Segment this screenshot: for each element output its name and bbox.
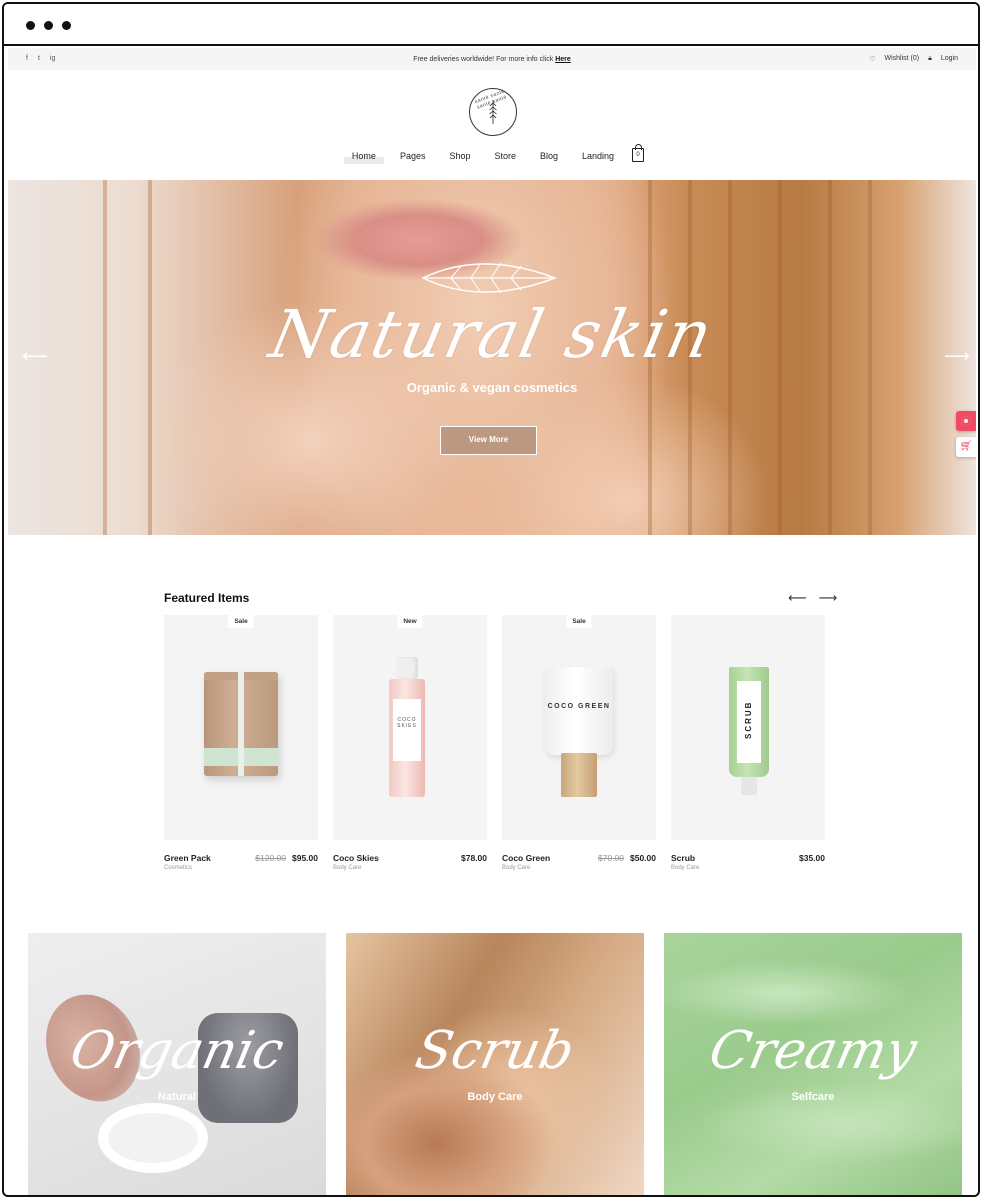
product-name[interactable]: Coco Skies xyxy=(333,853,379,863)
fern-icon xyxy=(489,100,497,124)
nav-item-pages[interactable]: Pages xyxy=(392,148,434,164)
promo-link[interactable]: Here xyxy=(555,56,571,63)
product-name[interactable]: Green Pack xyxy=(164,853,211,863)
product-price: $120.00 $95.00 xyxy=(255,853,318,863)
product-image[interactable]: SCRUB xyxy=(671,615,825,840)
old-price: $70.00 xyxy=(598,853,624,863)
product-name[interactable]: Scrub xyxy=(671,853,695,863)
tube-label: COCO GREEN xyxy=(547,703,611,710)
nav-item-home[interactable]: Home xyxy=(343,148,384,164)
featured-title: Featured Items xyxy=(164,591,250,605)
category-label: Body Care xyxy=(467,1091,523,1103)
sale-badge: Sale xyxy=(228,615,254,628)
window-dot-icon[interactable] xyxy=(44,21,53,30)
main-nav: Home Pages Shop Store Blog Landing 0 xyxy=(8,144,976,164)
arrow-right-icon[interactable]: ⟶ xyxy=(944,346,970,367)
site-logo[interactable]: santé santé santé santé xyxy=(469,88,517,136)
product-card[interactable]: Sale Green Pack Cosmetics $120.00 $95.00 xyxy=(164,615,318,871)
green-pack-image xyxy=(204,672,278,776)
bottle-label: COCO SKIES xyxy=(393,699,421,761)
top-bar: f t ig Free deliveries worldwide! For mo… xyxy=(8,48,976,70)
product-image[interactable]: New COCO SKIES xyxy=(333,615,487,840)
nav-item-landing[interactable]: Landing xyxy=(574,148,622,164)
cart-icon[interactable]: 🛒︎ xyxy=(956,437,976,457)
arrow-right-icon[interactable]: ⟶ xyxy=(819,590,838,606)
hero-slider: Natural skin Organic & vegan cosmetics V… xyxy=(8,180,976,535)
coco-skies-image: COCO SKIES xyxy=(389,657,425,797)
current-price: $50.00 xyxy=(630,853,656,863)
nav-item-blog[interactable]: Blog xyxy=(532,148,566,164)
nav-item-shop[interactable]: Shop xyxy=(441,148,478,164)
product-category: Body Care xyxy=(333,865,362,871)
current-price: $35.00 xyxy=(799,853,825,863)
leaf-outline-icon xyxy=(421,262,557,294)
product-card[interactable]: Sale COCO GREEN Coco Green Body Care $70… xyxy=(502,615,656,871)
product-price: $35.00 xyxy=(799,853,825,863)
current-price: $95.00 xyxy=(292,853,318,863)
side-widget-icon[interactable] xyxy=(956,411,976,431)
product-price: $78.00 xyxy=(461,853,487,863)
category-card-organic[interactable]: Organic Natural xyxy=(28,933,326,1195)
product-category: Cosmetics xyxy=(164,865,193,871)
view-more-button[interactable]: View More xyxy=(440,426,537,455)
category-script: Organic xyxy=(65,1021,289,1081)
category-label: Natural xyxy=(158,1091,196,1103)
coco-green-image: COCO GREEN xyxy=(545,667,613,797)
tube-label: SCRUB xyxy=(744,700,753,739)
current-price: $78.00 xyxy=(461,853,487,863)
product-price: $70.00 $50.00 xyxy=(598,853,656,863)
heart-icon: ♡ xyxy=(869,56,876,63)
featured-arrows: ⟵ ⟶ xyxy=(788,590,837,606)
category-card-scrub[interactable]: Scrub Body Care xyxy=(346,933,644,1195)
promo-banner: Free deliveries worldwide! For more info… xyxy=(8,56,976,63)
hero-subtitle: Organic & vegan cosmetics xyxy=(406,380,578,395)
sale-badge: Sale xyxy=(566,615,592,628)
login-link[interactable]: Login xyxy=(941,55,958,63)
window-dot-icon[interactable] xyxy=(62,21,71,30)
product-category: Body Care xyxy=(671,865,700,871)
wishlist-link[interactable]: Wishlist (0) xyxy=(885,55,920,63)
promo-text: Free deliveries worldwide! For more info… xyxy=(413,56,554,63)
product-name[interactable]: Coco Green xyxy=(502,853,550,863)
product-card[interactable]: New COCO SKIES Coco Skies Body Care $78.… xyxy=(333,615,487,871)
account-links: ♡ Wishlist (0) 🔒︎ Login xyxy=(869,55,958,63)
category-script: Creamy xyxy=(704,1021,922,1081)
browser-chrome xyxy=(4,4,978,46)
scrub-image: SCRUB xyxy=(729,667,769,797)
window-dot-icon[interactable] xyxy=(26,21,35,30)
product-image[interactable]: Sale COCO GREEN xyxy=(502,615,656,840)
lock-icon: 🔒︎ xyxy=(928,55,932,62)
shopping-bag-icon[interactable]: 0 xyxy=(632,144,645,162)
new-badge: New xyxy=(397,615,423,628)
product-card[interactable]: SCRUB Scrub Body Care $35.00 xyxy=(671,615,825,871)
old-price: $120.00 xyxy=(255,853,286,863)
page: f t ig Free deliveries worldwide! For mo… xyxy=(8,48,976,1195)
hero-title: Natural skin xyxy=(263,296,721,373)
category-script: Scrub xyxy=(410,1021,580,1081)
category-card-creamy[interactable]: Creamy Selfcare xyxy=(664,933,962,1195)
nav-item-store[interactable]: Store xyxy=(487,148,525,164)
product-category: Body Care xyxy=(502,865,531,871)
product-image[interactable]: Sale xyxy=(164,615,318,840)
browser-frame: f t ig Free deliveries worldwide! For mo… xyxy=(2,2,980,1197)
arrow-left-icon[interactable]: ⟵ xyxy=(22,346,48,367)
arrow-left-icon[interactable]: ⟵ xyxy=(788,590,807,606)
category-label: Selfcare xyxy=(791,1091,835,1103)
